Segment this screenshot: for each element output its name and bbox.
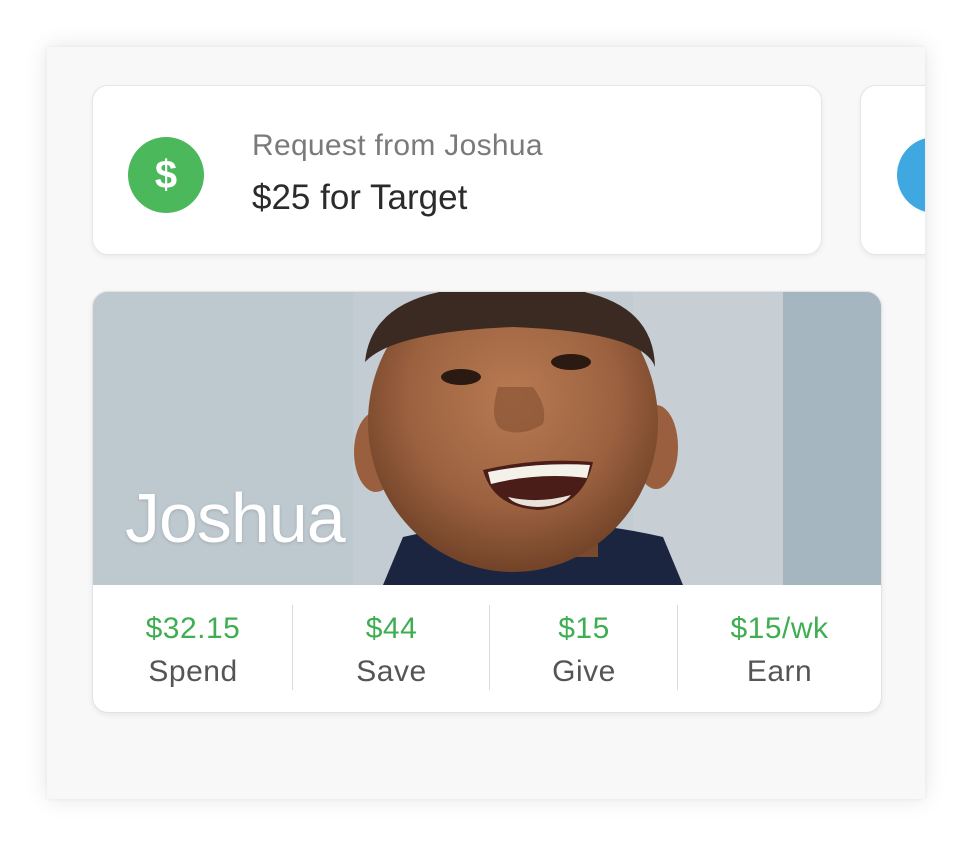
request-title: $25 for Target	[252, 178, 468, 217]
next-request-card[interactable]	[860, 85, 925, 255]
request-subtitle: Request from Joshua	[252, 129, 543, 162]
stat-earn-value: $15/wk	[730, 612, 829, 645]
profile-name: Joshua	[125, 479, 346, 557]
dollar-sign-icon: $	[128, 137, 204, 213]
stat-save-value: $44	[365, 612, 418, 645]
next-request-icon	[897, 137, 925, 213]
stat-earn[interactable]: $15/wk Earn	[678, 585, 881, 712]
app-screen: $ Request from Joshua $25 for Target Jos…	[47, 47, 925, 799]
stat-give[interactable]: $15 Give	[490, 585, 678, 712]
stat-spend-label: Spend	[148, 655, 238, 688]
stat-spend[interactable]: $32.15 Spend	[93, 585, 293, 712]
profile-photo: Joshua	[93, 292, 881, 585]
stat-save[interactable]: $44 Save	[293, 585, 490, 712]
stat-give-value: $15	[558, 612, 610, 645]
stat-earn-label: Earn	[746, 655, 813, 688]
request-card[interactable]: $ Request from Joshua $25 for Target	[92, 85, 822, 255]
stat-spend-value: $32.15	[145, 612, 241, 645]
stat-save-label: Save	[356, 655, 427, 688]
stats-row: $32.15 Spend $44 Save $15 Give $15/wk Ea…	[93, 585, 881, 712]
child-profile-card[interactable]: Joshua $32.15 Spend $44 Save $15 Give $1…	[92, 291, 882, 713]
stat-give-label: Give	[552, 655, 616, 688]
